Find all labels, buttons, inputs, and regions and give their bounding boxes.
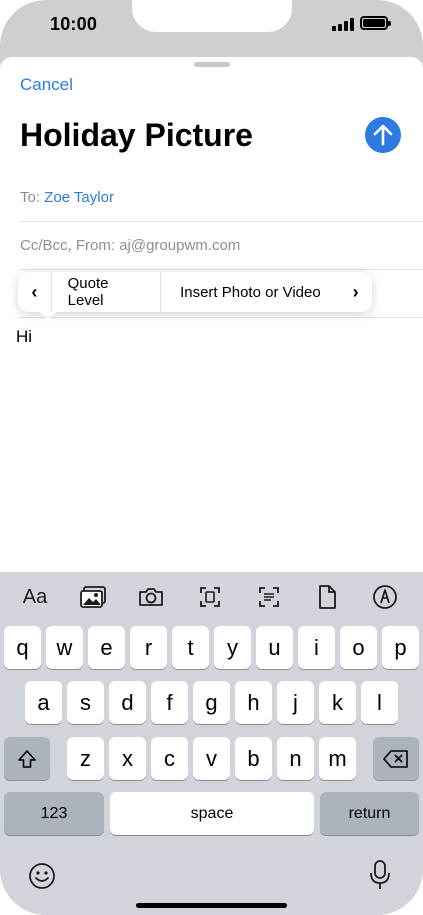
phone-screen: 10:00 Cancel Holiday Picture To: Zoe Tay… (0, 0, 423, 915)
key-d[interactable]: d (109, 681, 146, 724)
divider (20, 269, 423, 270)
quote-level-button[interactable]: Quote Level (50, 272, 161, 312)
arrow-up-icon (373, 124, 393, 146)
format-text-button[interactable]: Aa (20, 584, 50, 610)
menu-next-button[interactable]: › (339, 272, 372, 312)
signal-icon (332, 17, 354, 31)
key-v[interactable]: v (193, 737, 230, 780)
key-l[interactable]: l (361, 681, 398, 724)
key-o[interactable]: o (340, 626, 377, 669)
scan-document-icon[interactable] (195, 584, 225, 610)
edit-menu-popover: ‹ Quote Level Insert Photo or Video › (18, 272, 372, 320)
key-r[interactable]: r (130, 626, 167, 669)
to-recipient[interactable]: Zoe Taylor (44, 189, 114, 206)
key-j[interactable]: j (277, 681, 314, 724)
emoji-icon[interactable] (28, 862, 56, 890)
ccbcc-from-label: Cc/Bcc, From: (20, 237, 116, 254)
menu-prev-button[interactable]: ‹ (18, 272, 51, 312)
key-g[interactable]: g (193, 681, 230, 724)
key-w[interactable]: w (46, 626, 83, 669)
scan-text-icon[interactable] (254, 584, 284, 610)
shift-icon (18, 749, 36, 768)
chevron-left-icon: ‹ (31, 281, 38, 302)
divider (20, 221, 423, 222)
ccbcc-from-field[interactable]: Cc/Bcc, From: aj@groupwm.com (20, 237, 423, 254)
photo-library-icon[interactable] (78, 584, 108, 610)
key-c[interactable]: c (151, 737, 188, 780)
send-button[interactable] (365, 117, 401, 153)
key-n[interactable]: n (277, 737, 314, 780)
key-h[interactable]: h (235, 681, 272, 724)
key-f[interactable]: f (151, 681, 188, 724)
backspace-icon (383, 749, 408, 768)
key-i[interactable]: i (298, 626, 335, 669)
cancel-button[interactable]: Cancel (20, 75, 73, 95)
format-toolbar: Aa (0, 572, 423, 622)
attach-file-icon[interactable] (312, 584, 342, 610)
numbers-key[interactable]: 123 (4, 792, 104, 835)
key-s[interactable]: s (67, 681, 104, 724)
keyboard: Aa q w e r t y u i o p a s d f g h j k l… (0, 572, 423, 915)
key-z[interactable]: z (67, 737, 104, 780)
key-x[interactable]: x (109, 737, 146, 780)
to-field[interactable]: To: Zoe Taylor (20, 189, 423, 206)
insert-photo-video-button[interactable]: Insert Photo or Video (160, 272, 339, 312)
popover-tail (40, 312, 56, 320)
status-time: 10:00 (50, 14, 98, 34)
from-address: aj@groupwm.com (119, 237, 241, 254)
chevron-right-icon: › (352, 281, 359, 302)
return-key[interactable]: return (320, 792, 419, 835)
key-y[interactable]: y (214, 626, 251, 669)
message-body[interactable]: Hi (16, 327, 32, 347)
markup-icon[interactable] (370, 584, 400, 610)
key-k[interactable]: k (319, 681, 356, 724)
notch (132, 0, 292, 32)
key-m[interactable]: m (319, 737, 356, 780)
shift-key[interactable] (4, 737, 50, 780)
home-indicator[interactable] (136, 903, 287, 908)
key-p[interactable]: p (382, 626, 419, 669)
status-bar: 10:00 (0, 0, 423, 56)
key-b[interactable]: b (235, 737, 272, 780)
space-key[interactable]: space (110, 792, 314, 835)
key-q[interactable]: q (4, 626, 41, 669)
subject-title: Holiday Picture (20, 117, 253, 153)
key-a[interactable]: a (25, 681, 62, 724)
key-u[interactable]: u (256, 626, 293, 669)
key-e[interactable]: e (88, 626, 125, 669)
delete-key[interactable] (373, 737, 419, 780)
compose-sheet: Cancel Holiday Picture To: Zoe Taylor Cc… (0, 57, 423, 572)
divider (20, 317, 423, 318)
camera-icon[interactable] (136, 584, 166, 610)
key-t[interactable]: t (172, 626, 209, 669)
microphone-icon[interactable] (369, 859, 391, 891)
sheet-grabber[interactable] (194, 62, 230, 67)
battery-icon (360, 16, 391, 30)
to-label: To: (20, 189, 41, 206)
